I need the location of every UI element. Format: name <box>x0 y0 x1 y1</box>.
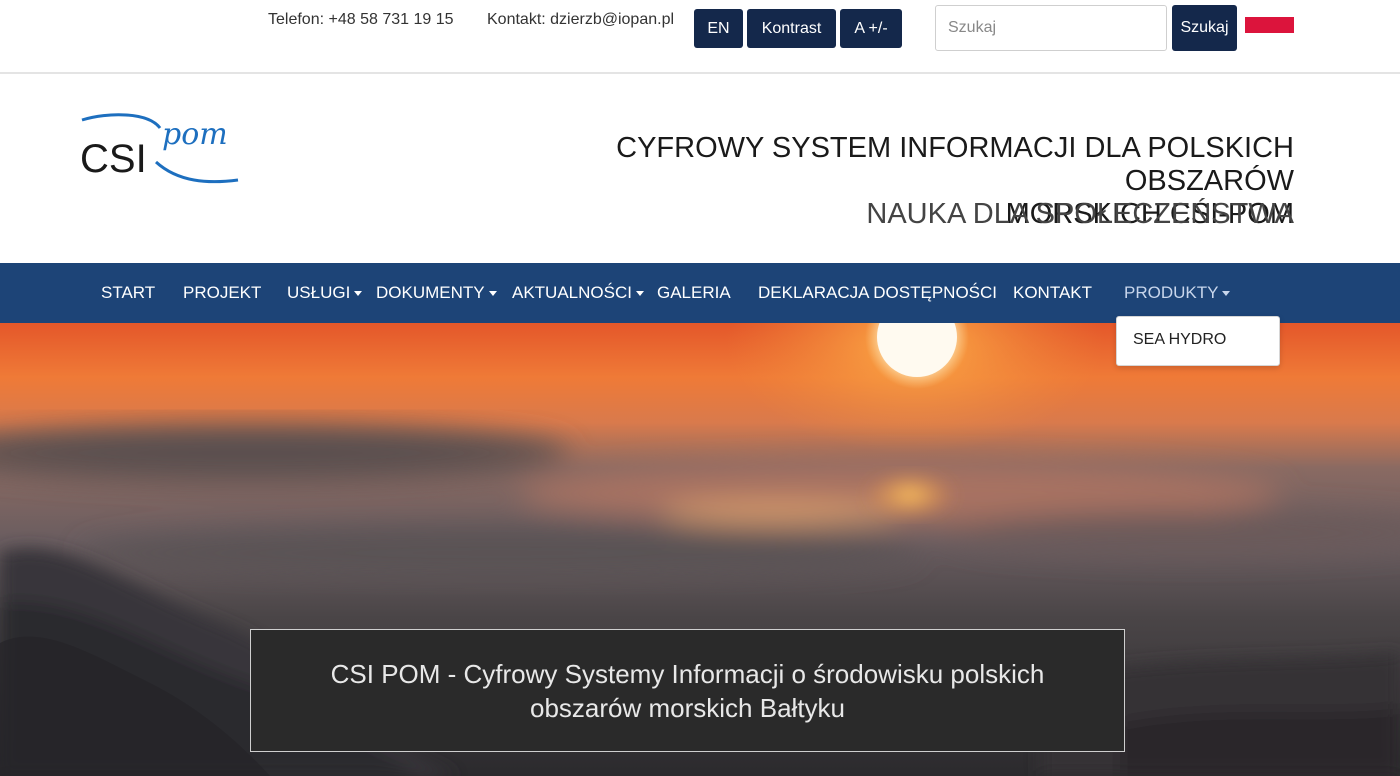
site-logo[interactable]: CSI pom <box>78 110 243 186</box>
font-size-button[interactable]: A +/- <box>840 9 902 48</box>
caret-down-icon <box>1222 291 1231 297</box>
produkty-dropdown-menu: SEA HYDRO <box>1116 316 1280 366</box>
nav-item-aktualnosci[interactable]: AKTUALNOŚCI <box>512 263 644 323</box>
top-utility-bar: Telefon: +48 58 731 19 15 Kontakt: dzier… <box>0 0 1400 74</box>
contrast-button[interactable]: Kontrast <box>747 9 836 48</box>
nav-item-projekt[interactable]: PROJEKT <box>183 263 261 323</box>
page-subtitle: NAUKA DLA SPOŁECZEŃSTWA <box>866 198 1294 230</box>
logo-text: CSI <box>80 137 147 181</box>
poland-flag-icon[interactable] <box>1245 0 1294 33</box>
hero-caption: CSI POM - Cyfrowy Systemy Informacji o ś… <box>250 629 1125 752</box>
nav-item-galeria[interactable]: GALERIA <box>657 263 731 323</box>
nav-item-uslugi[interactable]: USŁUGI <box>287 263 363 323</box>
nav-item-dokumenty[interactable]: DOKUMENTY <box>376 263 497 323</box>
caret-down-icon <box>354 291 363 297</box>
email-contact[interactable]: Kontakt: dzierzb@iopan.pl <box>487 11 674 29</box>
nav-item-produkty[interactable]: PRODUKTY <box>1124 263 1231 323</box>
nav-item-deklaracja[interactable]: DEKLARACJA DOSTĘPNOŚCI <box>758 263 997 323</box>
hero-caption-text: CSI POM - Cyfrowy Systemy Informacji o ś… <box>330 658 1045 723</box>
nav-item-kontakt[interactable]: KONTAKT <box>1013 263 1092 323</box>
search-input[interactable] <box>935 5 1167 51</box>
caret-down-icon <box>488 291 497 297</box>
dropdown-item-sea-hydro[interactable]: SEA HYDRO <box>1133 331 1226 349</box>
title-line-1: CYFROWY SYSTEM INFORMACJI DLA POLSKICH O… <box>616 132 1294 197</box>
caret-down-icon <box>635 291 644 297</box>
main-navigation: START PROJEKT USŁUGI DOKUMENTY AKTUALNOŚ… <box>0 263 1400 323</box>
phone-contact: Telefon: +48 58 731 19 15 <box>268 11 454 28</box>
language-button[interactable]: EN <box>694 9 743 48</box>
search-button[interactable]: Szukaj <box>1172 5 1237 51</box>
logo-script: pom <box>162 117 228 152</box>
nav-item-start[interactable]: START <box>101 263 155 323</box>
